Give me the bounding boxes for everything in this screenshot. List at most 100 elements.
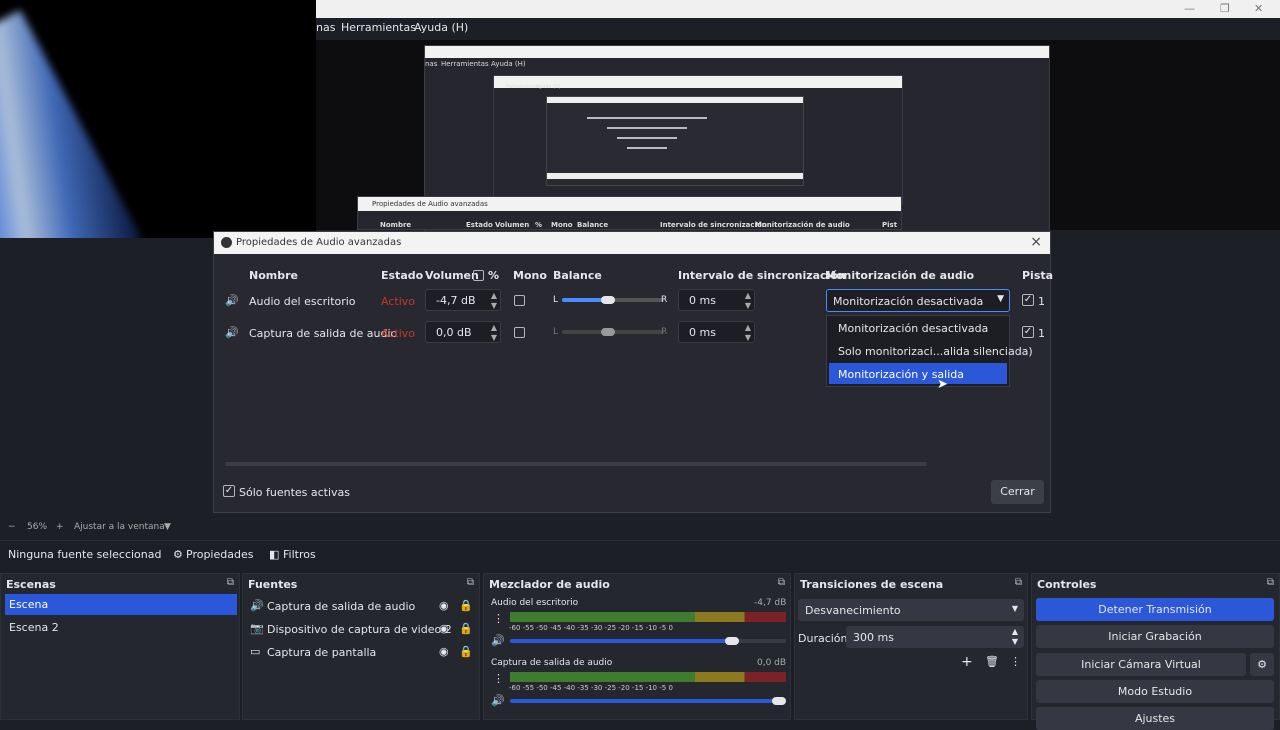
speaker-icon[interactable]: 🔊 <box>225 326 239 339</box>
gear-icon[interactable]: ⚙ <box>1250 653 1274 676</box>
dock-menu-icon[interactable]: ⧉ <box>778 577 785 588</box>
audio-mixer-dock: Mezclador de audio ⧉ Audio del escritori… <box>483 573 791 720</box>
menu-item-ayuda[interactable]: Ayuda (H) <box>414 21 468 34</box>
eye-icon[interactable]: ◉ <box>439 622 449 635</box>
dock-menu-icon[interactable]: ⧉ <box>227 577 234 588</box>
mono-checkbox[interactable] <box>514 327 525 338</box>
nested-menu-text: Ayuda (H) <box>491 60 526 68</box>
studio-mode-button[interactable]: Modo Estudio <box>1036 680 1274 703</box>
sync-offset-input[interactable]: 0 ms ▲ ▼ <box>678 289 755 311</box>
lock-icon[interactable]: 🔒 <box>459 645 473 658</box>
speaker-icon[interactable]: 🔊 <box>491 694 505 707</box>
balance-knob[interactable] <box>601 328 615 336</box>
menu-item-herramientas[interactable]: Herramientas <box>341 21 416 34</box>
speaker-icon[interactable]: 🔊 <box>491 634 505 647</box>
volume-knob[interactable] <box>725 637 740 645</box>
mixer-channel-db: -4,7 dB <box>754 598 787 608</box>
track-checkbox[interactable]: ✓ <box>1022 326 1034 338</box>
close-button[interactable]: Cerrar <box>991 480 1044 504</box>
chevron-down-icon: ▼ <box>1011 604 1018 613</box>
volume-meter <box>510 612 786 622</box>
menu-item-partial[interactable]: nas <box>316 21 335 34</box>
source-item[interactable]: Dispositivo de captura de video 2 <box>263 619 456 640</box>
source-item[interactable]: Captura de salida de audio <box>263 596 419 617</box>
volume-knob[interactable] <box>772 697 786 705</box>
restore-icon[interactable]: ❐ <box>1220 2 1230 15</box>
volume-input[interactable]: 0,0 dB ▲ ▼ <box>425 321 501 343</box>
nested-window-2: Herramientas Ayuda (H) <box>493 75 903 205</box>
nested-dialog-title: Propiedades de Audio avanzadas <box>372 200 488 208</box>
track-label: 1 <box>1038 295 1045 308</box>
speaker-icon[interactable]: 🔊 <box>225 294 239 307</box>
kebab-menu-icon[interactable]: ⋮ <box>1010 655 1021 668</box>
dock-title: Escenas <box>6 578 56 591</box>
mixer-channel-db: 0,0 dB <box>757 658 787 668</box>
settings-button[interactable]: Ajustes <box>1036 707 1274 730</box>
col-header-estado: Estado <box>381 269 424 282</box>
horizontal-scrollbar[interactable] <box>225 462 927 466</box>
balance-slider[interactable] <box>562 296 664 304</box>
transition-select[interactable]: Desvanecimiento ▼ <box>798 599 1024 621</box>
close-icon[interactable]: × <box>1030 234 1042 250</box>
mono-checkbox[interactable] <box>514 295 525 306</box>
dock-title: Controles <box>1037 578 1097 591</box>
col-header-monitor: Monitorización de audio <box>825 269 975 282</box>
kebab-menu-icon[interactable]: ⋮ <box>493 672 504 685</box>
balance-slider[interactable] <box>562 328 664 336</box>
dropdown-option[interactable]: Monitorización desactivada <box>829 317 1007 338</box>
minimize-icon[interactable]: — <box>1184 2 1195 15</box>
monitoring-select[interactable]: Monitorización desactivada ▼ <box>826 289 1010 312</box>
sync-offset-input[interactable]: 0 ms ▲ ▼ <box>678 321 755 343</box>
speaker-icon: 🔊 <box>250 599 264 612</box>
balance-knob[interactable] <box>601 296 615 304</box>
lock-icon[interactable]: 🔒 <box>459 599 473 612</box>
dropdown-option[interactable]: Solo monitorizaci...alida silenciada) <box>829 340 1033 361</box>
volume-percent-checkbox[interactable] <box>473 270 484 281</box>
stop-stream-button[interactable]: Detener Transmisión <box>1036 598 1274 621</box>
dock-menu-icon[interactable]: ⧉ <box>1015 577 1022 588</box>
add-icon[interactable]: + <box>961 654 973 670</box>
volume-slider[interactable] <box>510 697 786 705</box>
eye-icon[interactable]: ◉ <box>439 599 449 612</box>
lock-icon[interactable]: 🔒 <box>459 622 473 635</box>
only-active-checkbox[interactable]: ✓ <box>223 485 235 497</box>
properties-button[interactable]: Propiedades <box>186 548 253 561</box>
close-icon[interactable]: ✕ <box>1254 2 1263 15</box>
chevron-down-icon[interactable]: ▼ <box>164 522 171 532</box>
trash-icon[interactable]: 🗑 <box>985 655 999 668</box>
zoom-in-button[interactable]: + <box>56 522 64 532</box>
dock-menu-icon[interactable]: ⧉ <box>1267 577 1274 588</box>
nested-dialog: Propiedades de Audio avanzadas Nombre Es… <box>357 196 902 230</box>
scene-preview[interactable]: nas Herramientas Ayuda (H) Herramientas … <box>316 40 1280 235</box>
kebab-menu-icon[interactable]: ⋮ <box>493 612 504 625</box>
zoom-out-button[interactable]: − <box>8 522 16 532</box>
scene-item[interactable]: Escena <box>5 594 237 615</box>
nested-header: Mono <box>551 221 573 229</box>
virtual-camera-button[interactable]: Iniciar Cámara Virtual <box>1036 653 1246 676</box>
meter-ticks: -60 -55 -50 -45 -40 -35 -30 -25 -20 -15 … <box>509 624 673 632</box>
track-checkbox[interactable]: ✓ <box>1022 294 1034 306</box>
no-source-label: Ninguna fuente seleccionad <box>8 548 162 561</box>
source-item[interactable]: Captura de pantalla <box>263 642 380 663</box>
eye-icon[interactable]: ◉ <box>439 645 449 658</box>
balance-left-label: L <box>553 327 559 337</box>
source-toolbar: Ninguna fuente seleccionad ⚙ Propiedades… <box>0 540 1280 567</box>
start-recording-button[interactable]: Iniciar Grabación <box>1036 625 1274 648</box>
nested-menu-text: Herramientas <box>441 60 489 68</box>
main-window-titlebar: — ❐ ✕ <box>316 0 1280 18</box>
nested-header: Balance <box>577 221 609 229</box>
balance-right-label: R <box>661 327 668 337</box>
fit-window-label[interactable]: Ajustar a la ventana <box>74 522 165 532</box>
scene-item[interactable]: Escena 2 <box>5 617 237 638</box>
nested-header: Intervalo de sincronización <box>660 221 767 229</box>
volume-slider[interactable] <box>510 637 786 645</box>
dropdown-option-selected[interactable]: Monitorización y salida <box>829 363 1007 384</box>
filters-button[interactable]: Filtros <box>283 548 316 561</box>
dock-menu-icon[interactable]: ⧉ <box>467 577 474 588</box>
volume-input[interactable]: -4,7 dB ▲ ▼ <box>425 289 501 311</box>
col-header-balance: Balance <box>553 269 602 282</box>
duration-input[interactable]: 300 ms ▲ ▼ <box>846 626 1024 648</box>
camera-icon: 📷 <box>250 622 264 635</box>
mixer-channel-name: Audio del escritorio <box>491 598 579 608</box>
col-header-pistas: Pista <box>1022 269 1054 282</box>
